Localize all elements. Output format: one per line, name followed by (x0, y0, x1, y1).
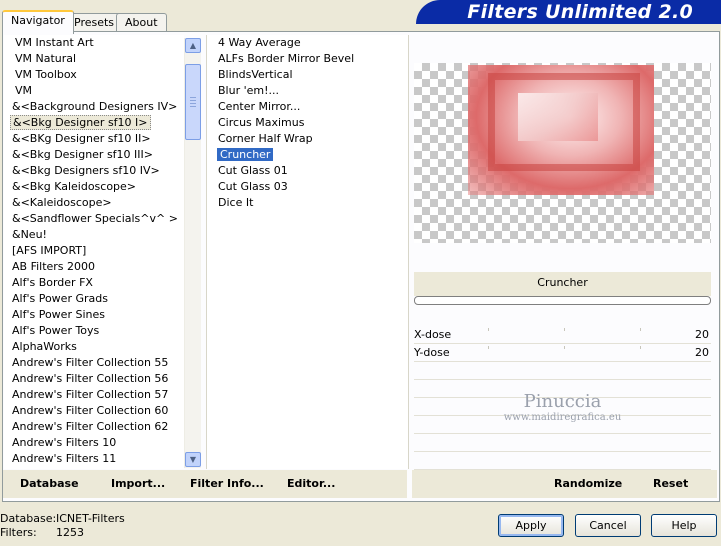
filter-item[interactable]: BlindsVertical (207, 67, 408, 83)
category-item[interactable]: &Neu! (4, 227, 184, 243)
preview-artwork (468, 65, 654, 195)
category-item[interactable]: &<Bkg Designers sf10 IV> (4, 163, 184, 179)
banner-title: Filters Unlimited 2.0 (467, 1, 693, 23)
filter-item[interactable]: Circus Maximus (207, 115, 408, 131)
category-item[interactable]: [AFS IMPORT] (4, 243, 184, 259)
progress-bar (414, 296, 711, 305)
watermark-site: www.maidiregrafica.eu (503, 412, 622, 423)
param-row[interactable]: Y-dose 20 (414, 344, 711, 362)
watermark: Pinuccia www.maidiregrafica.eu (414, 391, 711, 424)
category-item[interactable]: Andrew's Filter Collection 55 (4, 355, 184, 371)
category-item[interactable]: &<Kaleidoscope> (4, 195, 184, 211)
category-item[interactable]: Andrew's Filter Collection 56 (4, 371, 184, 387)
category-item[interactable]: &<Bkg Kaleidoscope> (4, 179, 184, 195)
filter-item[interactable]: Cruncher (207, 147, 408, 163)
param-row (414, 434, 711, 452)
category-item[interactable]: Alf's Power Sines (4, 307, 184, 323)
category-item[interactable]: &<Background Designers IV> (4, 99, 184, 115)
filter-item[interactable]: Dice It (207, 195, 408, 211)
category-list[interactable]: VM Instant Art VM Natural VM Toolbox VM &<Ba… (4, 35, 184, 469)
database-label: Database: (0, 512, 57, 525)
filter-item[interactable]: Center Mirror... (207, 99, 408, 115)
preview-filter-name: Cruncher (414, 272, 711, 296)
database-button[interactable]: Database (20, 470, 79, 498)
param-value: 20 (695, 346, 709, 359)
right-button-bar: Randomize Reset (412, 470, 717, 498)
filter-item[interactable]: ALFs Border Mirror Bevel (207, 51, 408, 67)
apply-button[interactable]: Apply (498, 514, 564, 537)
category-item[interactable]: AB Filters 2000 (4, 259, 184, 275)
category-scrollbar[interactable]: ▲ ▼ (184, 38, 201, 468)
param-row (414, 362, 711, 380)
reset-button[interactable]: Reset (653, 470, 688, 498)
cancel-button[interactable]: Cancel (575, 514, 641, 537)
filters-count: 1253 (56, 526, 84, 539)
randomize-button[interactable]: Randomize (554, 470, 622, 498)
filter-item[interactable]: Corner Half Wrap (207, 131, 408, 147)
left-button-bar: Database Import... Filter Info... Editor… (3, 470, 407, 498)
database-value: ICNET-Filters (56, 512, 125, 525)
help-button[interactable]: Help (651, 514, 717, 537)
category-item[interactable]: VM Toolbox (4, 67, 184, 83)
category-item[interactable]: VM Natural (4, 51, 184, 67)
filter-item[interactable]: Blur 'em!... (207, 83, 408, 99)
param-value: 20 (695, 328, 709, 341)
status-info: Database:ICNET-Filters Filters: 1253 (0, 512, 125, 540)
category-item[interactable]: &<BKg Designer sf10 II> (4, 131, 184, 147)
category-item[interactable]: Andrew's Filter Collection 60 (4, 403, 184, 419)
category-item[interactable]: AlphaWorks (4, 339, 184, 355)
filter-info-button[interactable]: Filter Info... (190, 470, 264, 498)
filter-list[interactable]: 4 Way Average ALFs Border Mirror Bevel Bli… (206, 35, 409, 469)
category-item[interactable]: Andrew's Filters 10 (4, 435, 184, 451)
category-item[interactable]: Alf's Power Toys (4, 323, 184, 339)
category-item[interactable]: &<Bkg Designer sf10 I> (4, 115, 184, 131)
param-label: X-dose (414, 328, 452, 341)
category-item[interactable]: Andrew's Filters 11 (4, 451, 184, 467)
scroll-up-button[interactable]: ▲ (185, 38, 201, 53)
category-item[interactable]: Alf's Border FX (4, 275, 184, 291)
category-item[interactable]: Andrew's Filter Collection 57 (4, 387, 184, 403)
editor-button[interactable]: Editor... (287, 470, 335, 498)
filters-label: Filters: (0, 526, 37, 539)
filter-item[interactable]: Cut Glass 03 (207, 179, 408, 195)
tab-about[interactable]: About (116, 13, 167, 32)
preview-image (414, 63, 711, 243)
title-banner: Filters Unlimited 2.0 (416, 0, 721, 24)
param-row[interactable]: X-dose 20 (414, 326, 711, 344)
param-row (414, 452, 711, 470)
import-button[interactable]: Import... (111, 470, 165, 498)
category-item[interactable]: VM (4, 83, 184, 99)
tab-navigator[interactable]: Navigator (2, 10, 74, 34)
category-item[interactable]: VM Instant Art (4, 35, 184, 51)
filter-item[interactable]: Cut Glass 01 (207, 163, 408, 179)
param-label: Y-dose (414, 346, 450, 359)
scroll-thumb[interactable] (185, 64, 201, 140)
watermark-name: Pinuccia (523, 391, 602, 412)
category-item[interactable]: Andrew's Filter Collection 62 (4, 419, 184, 435)
scroll-down-button[interactable]: ▼ (185, 452, 201, 467)
filter-item[interactable]: 4 Way Average (207, 35, 408, 51)
category-item[interactable]: &<Sandflower Specials^v^ > (4, 211, 184, 227)
category-item[interactable]: Alf's Power Grads (4, 291, 184, 307)
category-item[interactable]: &<Bkg Designer sf10 III> (4, 147, 184, 163)
